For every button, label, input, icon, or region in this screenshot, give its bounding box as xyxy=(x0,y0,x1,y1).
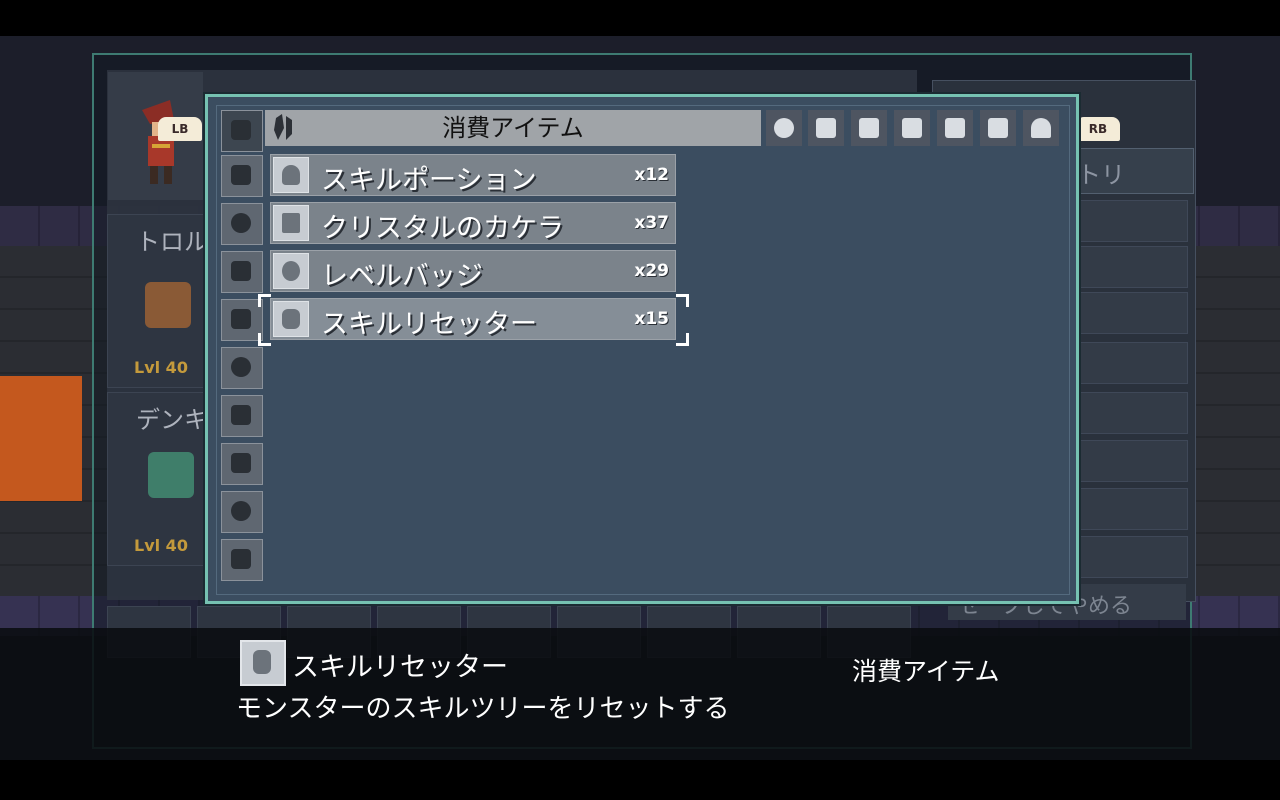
potion-icon xyxy=(273,157,309,193)
helmet-icon xyxy=(1031,118,1051,138)
tab-key[interactable] xyxy=(937,110,973,146)
hero-sprite xyxy=(142,100,174,184)
category-orb[interactable] xyxy=(221,203,263,245)
description-category: 消費アイテム xyxy=(852,657,1000,686)
category-box[interactable] xyxy=(221,155,263,197)
tab-sparkle[interactable] xyxy=(894,110,930,146)
tab-bottle[interactable] xyxy=(808,110,844,146)
tab-hammer[interactable] xyxy=(851,110,887,146)
category-box[interactable] xyxy=(221,251,263,293)
selection-corner xyxy=(258,333,271,346)
key-icon xyxy=(945,118,965,138)
drop-icon xyxy=(231,120,251,140)
bomb-icon xyxy=(231,501,251,521)
rb-button[interactable]: RB xyxy=(1076,117,1120,141)
item-count: x12 xyxy=(634,165,669,185)
badge-icon xyxy=(273,253,309,289)
item-count: x29 xyxy=(634,261,669,281)
box-icon xyxy=(231,309,251,329)
item-row-skill-potion[interactable]: スキルポーション x12 xyxy=(270,154,676,196)
category-drop[interactable] xyxy=(221,110,263,152)
sparkle-icon xyxy=(902,118,922,138)
item-row-crystal-shard[interactable]: クリスタルのカケラ x37 xyxy=(270,202,676,244)
box-icon xyxy=(231,453,251,473)
denki-sprite xyxy=(148,452,194,498)
party-level-denki: Lvl 40 xyxy=(134,536,188,555)
item-row-level-badge[interactable]: レベルバッジ x29 xyxy=(270,250,676,292)
box-icon xyxy=(231,261,251,281)
crystal-shard-icon xyxy=(273,205,309,241)
selection-corner xyxy=(258,294,271,307)
party-name-troll: トロル xyxy=(136,228,208,256)
hammer-icon xyxy=(859,118,879,138)
item-count: x37 xyxy=(634,213,669,233)
category-box[interactable] xyxy=(221,539,263,581)
item-name: レベルバッジ xyxy=(321,261,483,292)
box-icon xyxy=(231,549,251,569)
lb-button[interactable]: LB xyxy=(158,117,202,141)
troll-sprite xyxy=(145,282,191,328)
item-name: スキルリセッター xyxy=(321,309,537,340)
item-name: スキルポーション xyxy=(321,165,537,196)
description-text: モンスターのスキルツリーをリセットする xyxy=(236,694,730,724)
party-name-denki: デンキ xyxy=(136,406,208,434)
letterbox-top xyxy=(0,0,1280,36)
bomb-icon xyxy=(774,118,794,138)
category-ring[interactable] xyxy=(221,347,263,389)
party-level-troll: Lvl 40 xyxy=(134,358,188,377)
item-row-skill-resetter[interactable]: スキルリセッター x15 xyxy=(270,298,676,340)
ring-icon xyxy=(231,357,251,377)
tab-helmet[interactable] xyxy=(1023,110,1059,146)
letterbox-bottom xyxy=(0,760,1280,800)
item-name: クリスタルのカケラ xyxy=(321,213,564,244)
category-title: 消費アイテム xyxy=(442,114,584,142)
box-icon xyxy=(231,165,251,185)
selection-corner xyxy=(676,333,689,346)
gem-icon xyxy=(240,640,286,686)
gem-icon xyxy=(273,301,309,337)
lava-pool xyxy=(0,376,82,501)
tab-bomb[interactable] xyxy=(766,110,802,146)
box-icon xyxy=(231,405,251,425)
sword-icon xyxy=(988,118,1008,138)
description-item-name: スキルリセッター xyxy=(292,652,508,683)
bottle-icon xyxy=(816,118,836,138)
orb-icon xyxy=(231,213,251,233)
category-box[interactable] xyxy=(221,443,263,485)
category-box[interactable] xyxy=(221,395,263,437)
tab-sword[interactable] xyxy=(980,110,1016,146)
category-box[interactable] xyxy=(221,299,263,341)
selection-corner xyxy=(676,294,689,307)
category-bomb[interactable] xyxy=(221,491,263,533)
item-count: x15 xyxy=(634,309,669,329)
